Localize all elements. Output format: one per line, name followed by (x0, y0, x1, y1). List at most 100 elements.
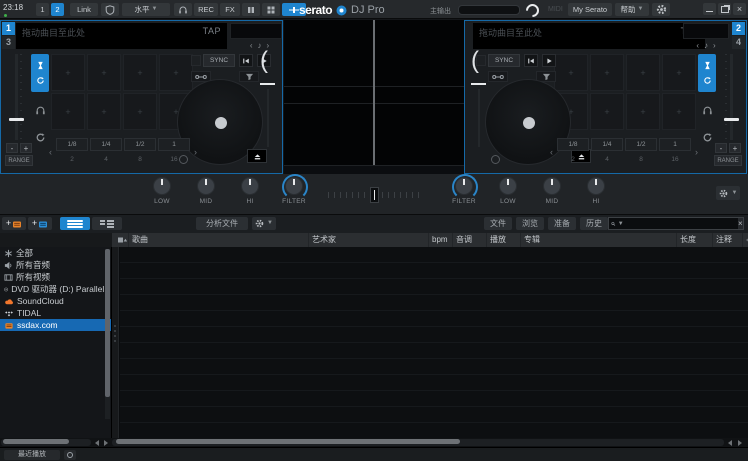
my-serato-button[interactable]: My Serato (568, 3, 612, 16)
minus-button[interactable]: - (715, 143, 727, 153)
pad-mode-buttons[interactable] (698, 54, 716, 92)
cue-pad[interactable]: + (51, 54, 85, 91)
deck-count-2-button[interactable]: 2 (51, 3, 64, 16)
rec-button[interactable]: REC (194, 3, 218, 16)
low-knob[interactable]: LOW (140, 177, 184, 205)
tempo-slider-handle[interactable] (724, 118, 739, 121)
headphone-cue-icon[interactable] (31, 101, 49, 119)
tempo-slider[interactable] (724, 54, 738, 140)
hi-knob[interactable]: HI (574, 177, 618, 205)
loop-length-button[interactable]: 1/8 (557, 138, 589, 151)
hi-knob[interactable]: HI (228, 177, 272, 205)
cue-previous-button[interactable] (239, 54, 253, 67)
sidebar-item-dvd-drive[interactable]: DVD 驱动器 (D:) Parallel (0, 283, 111, 295)
cue-pad[interactable]: + (123, 54, 157, 91)
sidebar-item-all[interactable]: 全部 (0, 247, 111, 259)
panel-tab-files[interactable]: 文件 (484, 217, 512, 230)
cue-pad[interactable]: + (123, 93, 157, 130)
sidebar-item-ssdax-selected[interactable]: ssdax.com (0, 319, 111, 331)
loop-length-button[interactable]: 4 (90, 153, 122, 166)
track-list-rows[interactable] (120, 247, 748, 438)
loop-length-button[interactable]: 1/2 (124, 138, 156, 151)
add-smart-crate-button[interactable]: + (28, 217, 52, 230)
column-comment[interactable]: 注释 (712, 233, 742, 247)
master-output-meter[interactable] (458, 5, 520, 15)
loop-double-arrow[interactable]: › (192, 147, 199, 157)
next-track-button[interactable]: › (713, 41, 716, 50)
collapse-columns-arrow[interactable] (742, 233, 748, 247)
cue-pad[interactable]: + (554, 54, 588, 91)
loop-length-button[interactable]: 1/4 (90, 138, 122, 151)
column-album[interactable]: 专辑 (520, 233, 676, 247)
pitch-handle[interactable] (471, 83, 486, 85)
column-artist[interactable]: 艺术家 (308, 233, 428, 247)
column-key[interactable]: 音调 (452, 233, 486, 247)
loop-length-button[interactable]: 1/2 (625, 138, 657, 151)
range-button[interactable]: RANGE (5, 155, 33, 166)
cue-pad[interactable]: + (87, 54, 121, 91)
cue-pad[interactable]: + (590, 54, 624, 91)
plus-button[interactable]: + (729, 143, 741, 153)
library-settings-gear-icon[interactable]: ▼ (252, 217, 276, 230)
sidebar-scrollbar[interactable] (105, 249, 110, 419)
help-dropdown[interactable]: 帮助▼ (615, 3, 649, 16)
search-input[interactable] (624, 218, 738, 229)
crossfader[interactable] (328, 187, 420, 203)
loop-length-button[interactable]: 2 (557, 153, 589, 166)
cue-previous-button[interactable] (524, 54, 538, 67)
sidebar-item-tidal[interactable]: TIDAL (0, 307, 111, 319)
status-circle-icon[interactable] (64, 450, 76, 460)
library-vertical-scrollbar[interactable] (112, 247, 119, 438)
loop-halve-arrow[interactable]: ‹ (548, 147, 555, 157)
waveform-display[interactable] (284, 20, 464, 174)
minimize-button[interactable] (703, 3, 716, 15)
loop-length-button[interactable]: 1 (158, 138, 190, 151)
library-hscrollbar-thumb[interactable] (116, 439, 460, 444)
loop-length-button[interactable]: 16 (158, 153, 190, 166)
preview-column-icon[interactable] (112, 233, 128, 247)
prev-track-button[interactable]: ‹ (250, 41, 253, 50)
tempo-slider[interactable] (9, 54, 23, 140)
dvs-shield-icon[interactable] (101, 3, 119, 16)
track-title-display[interactable]: 拖动曲目至此处 TAP (16, 23, 227, 49)
deck-tab-alt[interactable]: 3 (2, 36, 15, 49)
panel-tab-prepare[interactable]: 准备 (548, 217, 576, 230)
loop-length-button[interactable]: 4 (591, 153, 623, 166)
panel-bars-icon[interactable] (242, 3, 260, 16)
tempo-slider-handle[interactable] (9, 118, 24, 121)
deck-count-1-button[interactable]: 1 (36, 3, 49, 16)
loop-halve-arrow[interactable]: ‹ (47, 147, 54, 157)
pad-grid-icon[interactable] (262, 3, 280, 16)
filter-knob[interactable]: FILTER (442, 177, 486, 205)
sidebar-item-soundcloud[interactable]: SoundCloud (0, 295, 111, 307)
scroll-left-arrow[interactable] (726, 439, 734, 446)
range-button[interactable]: RANGE (714, 155, 742, 166)
clear-search-icon[interactable]: × (738, 218, 743, 229)
panel-tab-history[interactable]: 历史 (580, 217, 608, 230)
view-vertical-button[interactable] (92, 217, 122, 230)
loop-length-button[interactable]: 8 (625, 153, 657, 166)
sidebar-scrollbar-thumb[interactable] (105, 249, 110, 397)
cue-pad[interactable]: + (626, 54, 660, 91)
close-button[interactable]: × (733, 3, 746, 15)
sidebar-hscrollbar-thumb[interactable] (3, 439, 69, 444)
cue-pad[interactable]: + (51, 93, 85, 130)
low-knob[interactable]: LOW (486, 177, 530, 205)
deck-tab-active[interactable]: 2 (732, 22, 745, 35)
pitch-indicator[interactable]: ( (258, 51, 280, 155)
cue-pad[interactable]: + (159, 54, 193, 91)
midi-button[interactable]: MIDI (548, 6, 563, 13)
layout-selector[interactable]: 水平▼ (122, 3, 170, 16)
tap-tempo-button[interactable]: TAP (203, 26, 221, 36)
link-button[interactable]: Link (70, 3, 98, 16)
beatgrid-link-icon[interactable] (488, 71, 508, 82)
search-box[interactable]: ▼ × (608, 217, 744, 230)
add-crate-button[interactable]: + (2, 217, 26, 230)
column-length[interactable]: 长度 (676, 233, 712, 247)
loop-length-button[interactable]: 1/4 (591, 138, 623, 151)
scroll-left-arrow[interactable] (93, 439, 101, 446)
practice-mode-icon[interactable] (523, 1, 541, 19)
restore-button[interactable] (718, 3, 731, 15)
sidebar-item-all-audio[interactable]: 所有音频 (0, 259, 111, 271)
recently-played-button[interactable]: 最近播放 (4, 450, 60, 460)
